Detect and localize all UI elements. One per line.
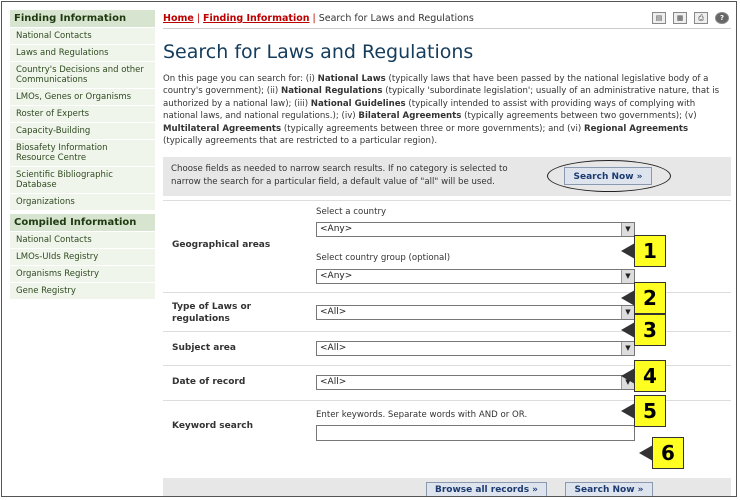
callout-badge-3: 3 — [634, 314, 666, 346]
sidebar-item-organisms-registry[interactable]: Organisms Registry — [10, 266, 155, 283]
chevron-down-icon: ▼ — [621, 270, 634, 284]
callout-pointer-1 — [621, 243, 635, 259]
country-group-select[interactable]: <Any> ▼ — [316, 269, 635, 285]
callout-badge-6: 6 — [652, 437, 684, 469]
callout-badge-1: 1 — [634, 235, 666, 267]
callout-pointer-5 — [621, 403, 635, 419]
chevron-down-icon: ▼ — [621, 342, 634, 356]
sidebar: Finding Information National Contacts La… — [10, 10, 155, 300]
keyword-search-label: Keyword search — [172, 421, 254, 432]
callout-badge-5: 5 — [634, 395, 666, 427]
intro-text: On this page you can search for: (i) Nat… — [163, 74, 720, 147]
callout-pointer-4 — [621, 368, 635, 384]
sidebar-heading-finding: Finding Information — [10, 10, 155, 28]
callout-pointer-6 — [639, 445, 653, 461]
main-content: Home | Finding Information | Search for Laws… — [163, 10, 731, 496]
screenshot-frame: Finding Information National Contacts La… — [1, 1, 737, 497]
search-hint-text: Choose fields as needed to narrow search… — [171, 164, 508, 187]
subject-area-select[interactable]: <All> ▼ — [316, 341, 635, 357]
subject-area-label: Subject area — [172, 343, 236, 354]
date-of-record-select[interactable]: <All> ▼ — [316, 375, 635, 391]
type-of-laws-select[interactable]: <All> ▼ — [316, 305, 635, 321]
bottom-action-bar: Browse all records » Search Now » — [163, 478, 731, 496]
sidebar-item-lmo-uids-registry[interactable]: LMOs-UIds Registry — [10, 249, 155, 266]
sidebar-item-roster-experts[interactable]: Roster of Experts — [10, 106, 155, 123]
breadcrumb: Home | Finding Information | Search for Laws… — [163, 10, 731, 29]
breadcrumb-finding-link[interactable]: Finding Information — [203, 13, 309, 24]
sidebar-item-bibliographic-db[interactable]: Scientific Bibliographic Database — [10, 167, 155, 194]
highlight-ellipse — [547, 160, 671, 193]
toolbar: ▤ ▦ ⎙ ? — [652, 12, 729, 24]
sidebar-item-gene-registry[interactable]: Gene Registry — [10, 283, 155, 300]
callout-pointer-3 — [621, 322, 635, 338]
chevron-down-icon: ▼ — [621, 306, 634, 320]
sidebar-item-lmos-genes[interactable]: LMOs, Genes or Organisms — [10, 89, 155, 106]
sidebar-heading-compiled: Compiled Information — [10, 214, 155, 232]
page-title: Search for Laws and Regulations — [163, 41, 474, 63]
callout-badge-2: 2 — [634, 282, 666, 314]
breadcrumb-home-link[interactable]: Home — [163, 13, 194, 24]
breadcrumb-current: Search for Laws and Regulations — [318, 13, 474, 24]
date-of-record-label: Date of record — [172, 377, 246, 388]
export-icon[interactable]: ▦ — [673, 12, 687, 24]
keyword-hint: Enter keywords. Separate words with AND … — [316, 410, 528, 421]
print-icon[interactable]: ⎙ — [694, 12, 708, 24]
country-group-label: Select country group (optional) — [316, 253, 451, 264]
country-select-label: Select a country — [316, 207, 387, 218]
sidebar-item-laws-regulations[interactable]: Laws and Regulations — [10, 45, 155, 62]
search-hint-box: Choose fields as needed to narrow search… — [163, 157, 731, 197]
print-version-icon[interactable]: ▤ — [652, 12, 666, 24]
keyword-input[interactable] — [316, 425, 635, 442]
chevron-down-icon: ▼ — [621, 223, 634, 237]
sidebar-item-birc[interactable]: Biosafety Information Resource Centre — [10, 140, 155, 167]
geographical-areas-label: Geographical areas — [172, 240, 271, 251]
help-icon[interactable]: ? — [715, 12, 729, 24]
callout-pointer-2 — [621, 290, 635, 306]
sidebar-item-compiled-national-contacts[interactable]: National Contacts — [10, 232, 155, 249]
browse-all-button[interactable]: Browse all records » — [426, 482, 547, 496]
callout-badge-4: 4 — [634, 360, 666, 392]
sidebar-item-country-decisions[interactable]: Country's Decisions and other Communicat… — [10, 62, 155, 89]
type-of-laws-label: Type of Laws or regulations — [172, 302, 252, 325]
search-now-bottom-button[interactable]: Search Now » — [565, 482, 653, 496]
country-select[interactable]: <Any> ▼ — [316, 222, 635, 238]
sidebar-item-national-contacts[interactable]: National Contacts — [10, 28, 155, 45]
sidebar-item-capacity-building[interactable]: Capacity-Building — [10, 123, 155, 140]
sidebar-item-organizations[interactable]: Organizations — [10, 194, 155, 211]
